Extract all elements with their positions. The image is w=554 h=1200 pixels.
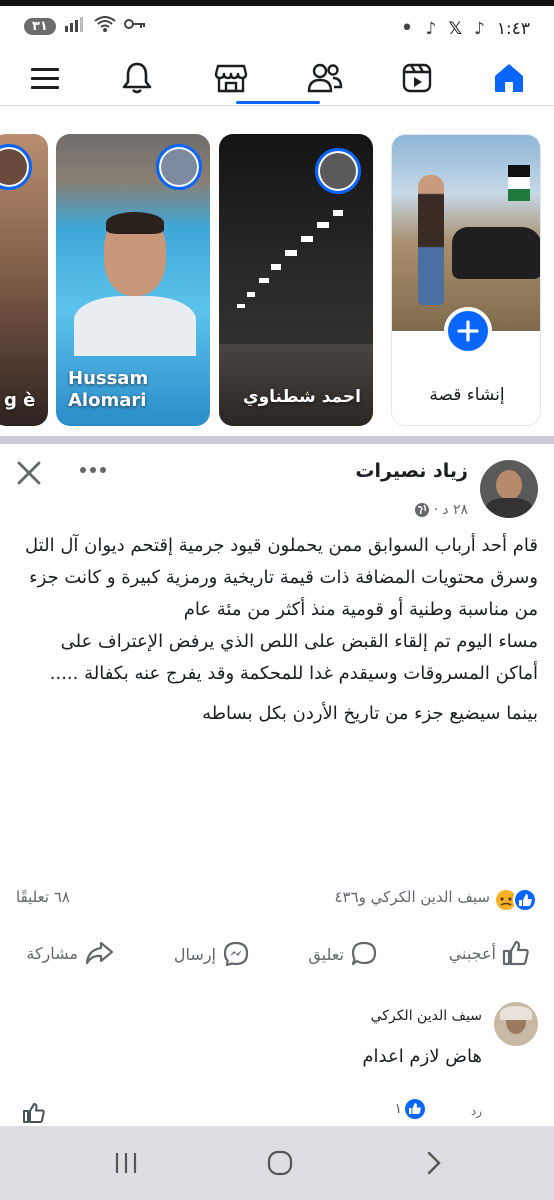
more-icon [80,467,106,473]
create-story-label: إنشاء قصة [429,385,505,405]
home-icon[interactable] [486,56,532,100]
plus-icon [457,320,479,342]
post-author[interactable]: زياد نصيرات [355,460,468,482]
comments-count[interactable]: ٦٨ تعليقًا [16,888,70,906]
create-story-card[interactable]: إنشاء قصة [391,134,541,426]
post-paragraph: بينما سيضيع جزء من تاريخ الأردن بكل بساط… [202,703,538,724]
chevron-right-icon [427,1151,441,1175]
like-label: أعجبني [448,943,496,963]
screen-top-edge [0,0,554,6]
story-person [418,175,444,305]
stories-row: g è Hussam Alomari احمد شطناوي إنشاء قصة [0,134,554,428]
commenter-avatar[interactable] [494,1002,538,1046]
status-left: ٣١ [24,16,146,36]
story-card[interactable]: احمد شطناوي [219,134,373,426]
tiktok-icon: ♪ [425,18,437,39]
feed-divider [0,436,554,444]
story-avatar [315,148,361,194]
reply-button[interactable]: رد [471,1104,482,1118]
story-avatar [0,144,32,190]
story-card[interactable]: g è [0,134,48,426]
author-avatar[interactable] [480,460,538,518]
create-story-photo [392,135,540,331]
comment-reactions[interactable]: ١ [394,1098,426,1120]
globe-icon [414,503,429,517]
messenger-icon [223,941,249,967]
story-lights [229,204,369,324]
post-paragraph: قام أحد أرباب السوابق ممن يحملون قيود جر… [25,535,538,620]
story-car [452,227,540,279]
share-icon [85,941,114,965]
video-icon[interactable] [394,56,440,100]
post-text: قام أحد أرباب السوابق ممن يحملون قيود جر… [16,530,538,730]
story-avatar [156,144,202,190]
story-person-hair [106,212,164,234]
home-button[interactable] [260,1148,300,1178]
post-meta: ٢٨ د · [414,502,468,518]
thumbs-up-icon [502,940,529,966]
post-paragraph: مساء اليوم تم إلقاء القبض على اللص الذي … [49,631,538,684]
status-bar: ٣١ • ♪ 𝕏 ♪ ١:٤٣ [0,0,554,52]
like-reaction-icon [405,1099,425,1119]
menu-icon[interactable] [22,56,68,100]
story-card[interactable]: Hussam Alomari [56,134,210,426]
send-label: إرسال [173,944,216,964]
story-name: احمد شطناوي [243,387,361,407]
back-button[interactable] [414,1148,454,1178]
recents-button[interactable] [106,1148,146,1178]
battery-indicator: ٣١ [24,17,56,35]
system-nav-bar [0,1126,554,1200]
commenter-name[interactable]: سيف الدين الكركي [371,1008,482,1024]
story-person-shirt [74,296,196,356]
clock: ١:٤٣ [496,18,530,39]
post-header: زياد نصيرات ٢٨ د · [0,452,554,522]
comment-item: سيف الدين الكركي هاض لازم اعدام رد ١ [0,1002,554,1123]
comment-like-count: ١ [394,1101,402,1117]
post-time[interactable]: ٢٨ د [442,502,468,518]
reactions-text: سيف الدين الكركي و٤٣٦ [334,888,491,906]
bell-icon[interactable] [114,56,160,100]
share-button[interactable]: مشاركة [26,940,114,966]
story-name: g è [4,390,36,411]
comment-like-button[interactable] [22,1102,46,1128]
close-button[interactable] [12,456,46,490]
comment-button[interactable]: تعليق [308,940,378,968]
key-icon [123,17,146,35]
signal-icon [64,16,86,36]
status-right: • ♪ 𝕏 ♪ ١:٤٣ [400,16,530,41]
reactions-summary[interactable]: سيف الدين الكركي و٤٣٦ ٦٨ تعليقًا [0,884,554,914]
comment-text: هاض لازم اعدام [362,1046,482,1067]
active-tab-indicator [236,101,320,104]
comment-icon [351,941,377,966]
home-circle-icon [267,1150,293,1176]
tiktok-icon-2: ♪ [474,18,485,39]
close-icon [17,461,41,485]
story-crowd [219,344,373,426]
post-actions: أعجبني تعليق إرسال مشاركة [0,936,554,976]
like-button[interactable]: أعجبني [449,940,530,966]
marketplace-icon[interactable] [208,56,254,100]
x-icon: 𝕏 [448,18,463,39]
thumbs-up-icon [23,1103,45,1123]
avatar-headscarf [500,1006,532,1020]
send-button[interactable]: إرسال [174,940,250,968]
share-label: مشاركة [26,943,78,963]
notification-dot: • [400,16,414,41]
avatar-face [496,470,522,500]
recents-icon [115,1153,137,1173]
meta-separator: · [433,502,439,518]
top-nav [0,52,554,106]
comment-label: تعليق [308,944,344,964]
friends-icon[interactable] [302,56,348,100]
story-name: Hussam Alomari [68,368,149,411]
reaction-icons [494,888,538,912]
wifi-icon [94,16,116,36]
story-flag [508,165,530,201]
add-story-button[interactable] [444,307,492,355]
avatar-body [486,498,532,518]
more-options-button[interactable] [76,460,110,480]
